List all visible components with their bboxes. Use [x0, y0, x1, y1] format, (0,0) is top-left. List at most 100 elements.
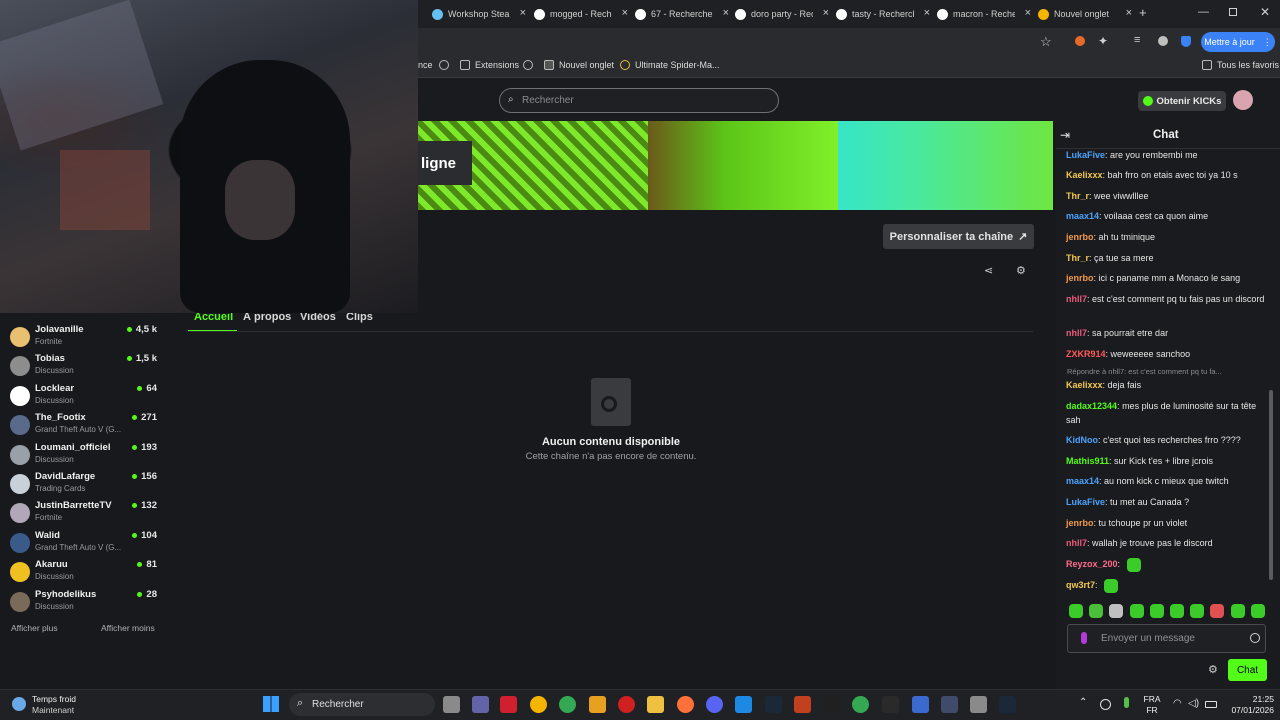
chat-username[interactable]: Kaelixxx: [1066, 380, 1103, 390]
emote-icon[interactable]: [1069, 604, 1083, 618]
mic-icon[interactable]: [1081, 632, 1087, 644]
chat-username[interactable]: Reyzox_200: [1066, 559, 1118, 569]
file-explorer-icon[interactable]: [443, 696, 460, 713]
emote-icon[interactable]: [1109, 604, 1124, 618]
close-tab-icon[interactable]: ×: [1126, 7, 1132, 19]
emote-icon[interactable]: [1089, 604, 1104, 618]
minimize-button[interactable]: —: [1198, 6, 1209, 18]
close-tab-icon[interactable]: ×: [723, 7, 729, 19]
chat-scrollbar[interactable]: [1269, 390, 1273, 580]
folder-icon[interactable]: [647, 696, 664, 713]
emoji-icon[interactable]: [1250, 633, 1260, 643]
volume-icon[interactable]: ◁): [1188, 698, 1199, 709]
all-favorites[interactable]: Tous les favoris: [1202, 60, 1279, 70]
teams-icon[interactable]: [472, 696, 489, 713]
user-settings-icon[interactable]: ⚙: [1016, 264, 1026, 277]
sidebar-channel[interactable]: Tobias Discussion 1,5 k: [10, 353, 160, 382]
get-kicks-button[interactable]: Obtenir KICKs: [1138, 91, 1226, 111]
clock[interactable]: 21:25 07/01/2026: [1222, 694, 1274, 716]
game-launcher-icon[interactable]: [794, 696, 811, 713]
chat-username[interactable]: jenrbo: [1066, 518, 1094, 528]
image-viewer-icon[interactable]: [941, 696, 958, 713]
close-tab-icon[interactable]: ×: [520, 7, 526, 19]
chat-username[interactable]: jenrbo: [1066, 273, 1094, 283]
show-less-link[interactable]: Afficher moins: [101, 623, 155, 633]
profile-icon[interactable]: [1158, 36, 1168, 46]
emote-icon[interactable]: [1129, 604, 1144, 618]
chat-username[interactable]: nhll7: [1066, 538, 1087, 548]
youtube-icon[interactable]: [500, 696, 517, 713]
close-tab-icon[interactable]: ×: [1025, 7, 1031, 19]
steam-icon[interactable]: [765, 696, 782, 713]
star-icon[interactable]: ☆: [1040, 34, 1052, 50]
chrome-icon[interactable]: [852, 696, 869, 713]
tray-mic-icon[interactable]: [1124, 697, 1129, 708]
chat-username[interactable]: jenrbo: [1066, 232, 1094, 242]
chat-username[interactable]: Thr_r: [1066, 191, 1089, 201]
collapse-chat-icon[interactable]: ⇥: [1060, 128, 1070, 142]
globe-icon[interactable]: [439, 60, 454, 70]
browser-tab[interactable]: tasty - Recherche ×: [836, 4, 930, 24]
sidebar-channel[interactable]: The_Footix Grand Theft Auto V (G... 271: [10, 412, 160, 441]
send-chat-button[interactable]: Chat: [1228, 659, 1267, 681]
browser-tab[interactable]: Nouvel onglet ×: [1038, 4, 1132, 24]
battery-icon[interactable]: [1205, 701, 1217, 708]
chat-username[interactable]: KidNoo: [1066, 435, 1098, 445]
chat-username[interactable]: Kaelixxx: [1066, 170, 1103, 180]
discord-icon[interactable]: [706, 696, 723, 713]
rockstar-icon[interactable]: [823, 696, 840, 713]
tray-sync-icon[interactable]: [1100, 699, 1111, 710]
tray-chevron-icon[interactable]: ⌃: [1079, 697, 1087, 708]
sidebar-channel[interactable]: Locklear Discussion 64: [10, 383, 160, 412]
bookmark-extensions[interactable]: Extensions: [460, 60, 519, 70]
chat-input[interactable]: Envoyer un message: [1067, 624, 1266, 653]
close-tab-icon[interactable]: ×: [622, 7, 628, 19]
browser-tab[interactable]: 67 - Recherche ×: [635, 4, 729, 24]
clock-app-icon[interactable]: [970, 696, 987, 713]
close-tab-icon[interactable]: ×: [924, 7, 930, 19]
browser-tab[interactable]: Workshop Steam ×: [432, 4, 526, 24]
chat-username[interactable]: ZXKR914: [1066, 349, 1106, 359]
browser-tab[interactable]: doro party - Recherche ×: [735, 4, 829, 24]
menu-dots-icon[interactable]: ⋮: [1263, 37, 1272, 48]
terminal-icon[interactable]: [882, 696, 899, 713]
windows-start-icon[interactable]: [263, 696, 279, 712]
chat-username[interactable]: maax14: [1066, 476, 1099, 486]
chat-username[interactable]: nhll7: [1066, 328, 1087, 338]
opera-icon[interactable]: [618, 696, 635, 713]
new-tab-button[interactable]: +: [1139, 5, 1147, 20]
show-more-link[interactable]: Afficher plus: [11, 623, 58, 633]
extension-icon[interactable]: [1075, 36, 1085, 46]
sidebar-channel[interactable]: Akaruu Discussion 81: [10, 559, 160, 588]
emote-icon[interactable]: [1250, 604, 1265, 618]
bookmark-new-tab[interactable]: Nouvel onglet: [544, 60, 614, 70]
taskbar-search[interactable]: ⌕ Rechercher: [289, 693, 435, 716]
search-input[interactable]: ⌕ Rechercher: [499, 88, 779, 113]
puzzle-icon[interactable]: ✦: [1098, 34, 1108, 48]
chat-username[interactable]: LukaFive: [1066, 150, 1105, 160]
chat-username[interactable]: Mathis911: [1066, 456, 1109, 466]
emote-icon[interactable]: [1170, 604, 1184, 618]
sidebar-channel[interactable]: Walid Grand Theft Auto V (G... 104: [10, 530, 160, 559]
weather-icon[interactable]: [12, 697, 26, 711]
share-icon[interactable]: ⋖: [984, 264, 993, 277]
chat-username[interactable]: qw3rt7: [1066, 580, 1095, 590]
user-avatar[interactable]: [1233, 90, 1253, 110]
chat-settings-icon[interactable]: ⚙: [1208, 663, 1218, 676]
chat-username[interactable]: LukaFive: [1066, 497, 1105, 507]
maximize-button[interactable]: [1229, 8, 1237, 16]
vlc-icon[interactable]: [589, 696, 606, 713]
chrome-icon[interactable]: [530, 696, 547, 713]
browser-tab[interactable]: macron - Recherche ×: [937, 4, 1031, 24]
sidebar-channel[interactable]: Jolavanille Fortnite 4,5 k: [10, 324, 160, 353]
media-icon[interactable]: ≡: [1134, 34, 1140, 46]
mail-icon[interactable]: [735, 696, 752, 713]
sidebar-channel[interactable]: JustinBarretteTV Fortnite 132: [10, 500, 160, 529]
close-window-button[interactable]: ✕: [1260, 5, 1270, 19]
emote-icon[interactable]: [1190, 604, 1205, 618]
bookmark-item[interactable]: nce: [418, 60, 433, 70]
customize-channel-button[interactable]: Personnaliser ta chaîne ↗: [883, 224, 1034, 249]
shield-icon[interactable]: [1181, 36, 1191, 47]
emote-icon[interactable]: [1210, 604, 1225, 618]
globe-icon[interactable]: [523, 60, 538, 70]
